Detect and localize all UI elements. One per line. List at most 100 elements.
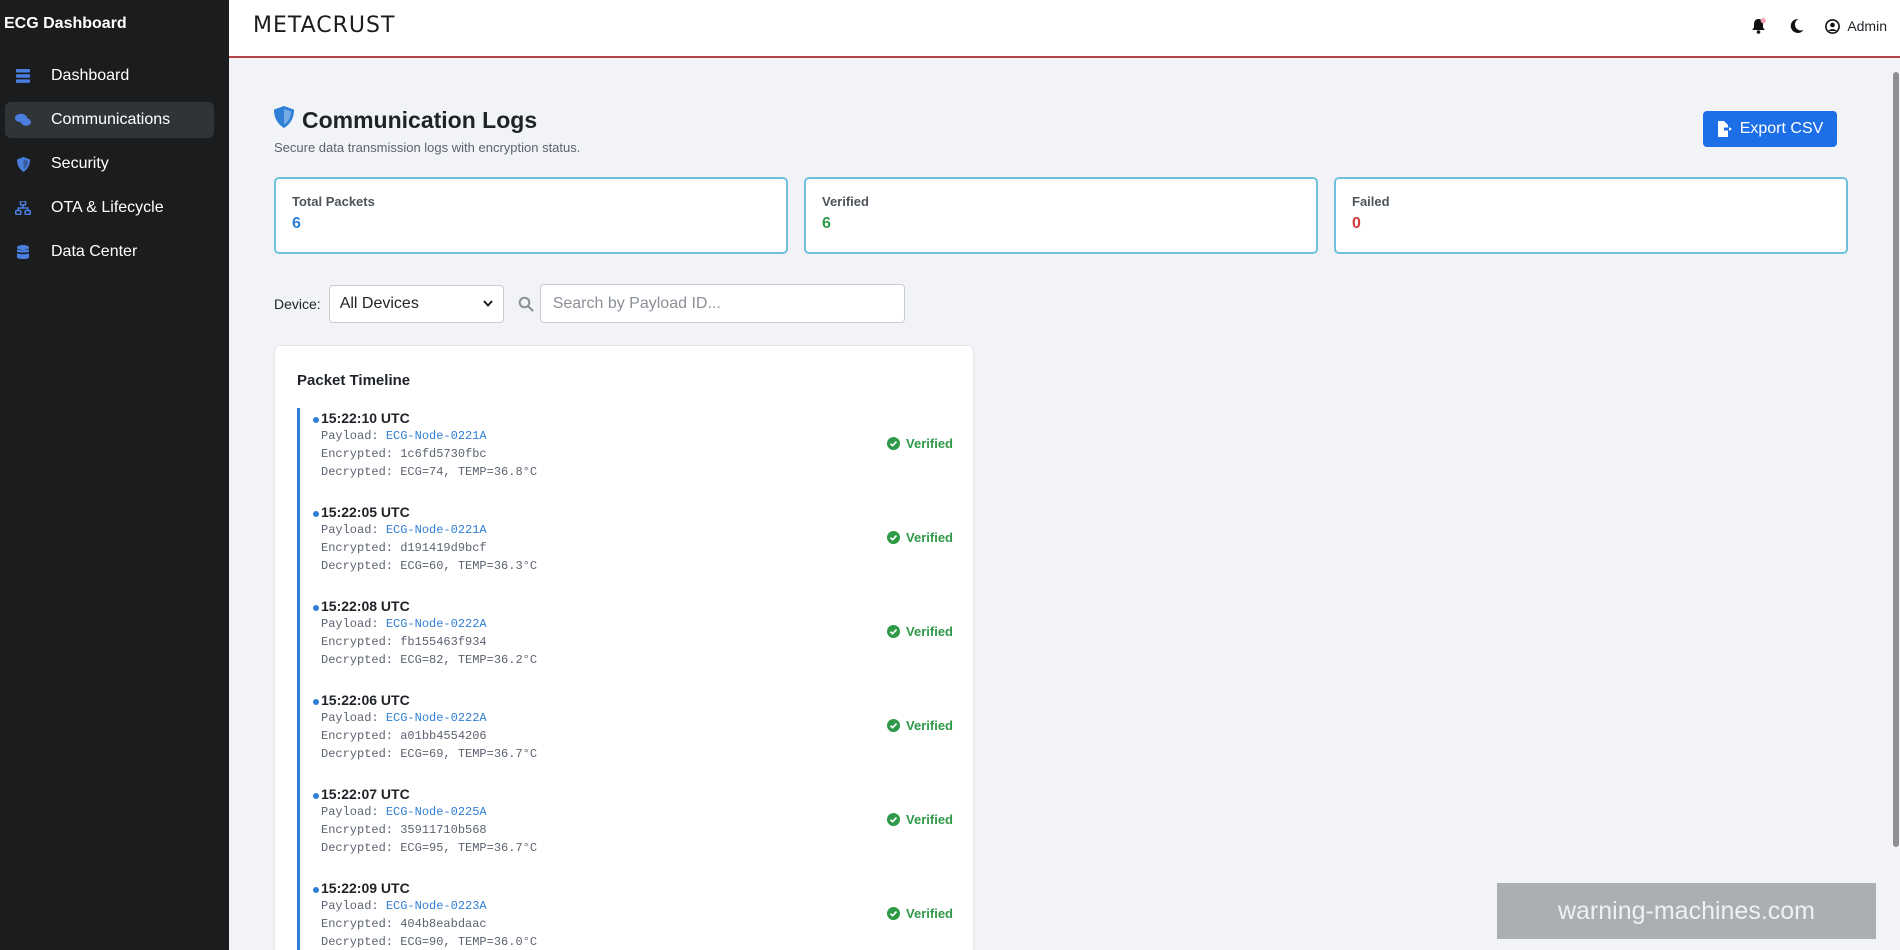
stat-value: 6 (292, 215, 301, 232)
export-csv-label: Export CSV (1739, 120, 1824, 137)
encrypted-value: 1c6fd5730fbc (400, 447, 487, 461)
entry-time: 15:22:08 UTC (321, 598, 410, 614)
device-select[interactable]: All Devices (328, 284, 504, 323)
payload-prefix: Payload: (321, 429, 379, 443)
entry-time: 15:22:06 UTC (321, 692, 410, 708)
stat-value: 0 (1352, 215, 1361, 232)
user-menu[interactable]: Admin (1825, 18, 1887, 34)
timeline-dot (313, 793, 319, 799)
payload-id-link[interactable]: ECG-Node-0222A (386, 617, 487, 631)
decrypted-line: Decrypted: ECG=74, TEMP=36.8°C (321, 463, 953, 481)
export-csv-button[interactable]: Export CSV (1703, 111, 1837, 147)
entry-time: 15:22:05 UTC (321, 504, 410, 520)
sidebar-item-security[interactable]: Security (5, 146, 214, 182)
timeline-entry: 15:22:09 UTC Payload: ECG-Node-0223A Encry… (300, 878, 953, 950)
payload-id-link[interactable]: ECG-Node-0221A (386, 429, 487, 443)
status-badge: Verified (887, 624, 953, 639)
stat-card-failed: Failed 0 (1334, 177, 1848, 254)
status-label: Verified (906, 812, 953, 827)
decrypted-value: ECG=95, TEMP=36.7°C (400, 841, 538, 855)
payload-line: Payload: ECG-Node-0222A (321, 709, 953, 727)
encrypted-prefix: Encrypted: (321, 447, 394, 461)
page-title: Communication Logs (302, 106, 538, 133)
entry-time: 15:22:07 UTC (321, 786, 410, 802)
status-label: Verified (906, 624, 953, 639)
stats-row: Total Packets 6 Verified 6 Failed 0 (274, 177, 1848, 254)
encrypted-value: a01bb4554206 (400, 729, 487, 743)
database-icon (15, 244, 31, 260)
payload-prefix: Payload: (321, 617, 379, 631)
encrypted-prefix: Encrypted: (321, 541, 394, 555)
decrypted-prefix: Decrypted: (321, 653, 394, 667)
payload-id-link[interactable]: ECG-Node-0225A (386, 805, 487, 819)
sidebar-item-ota-lifecycle[interactable]: OTA & Lifecycle (5, 190, 214, 226)
check-circle-icon (887, 531, 901, 544)
decrypted-value: ECG=82, TEMP=36.2°C (400, 653, 538, 667)
decrypted-line: Decrypted: ECG=82, TEMP=36.2°C (321, 651, 953, 669)
sidebar-nav: Dashboard Communications Security OTA & … (5, 58, 214, 278)
device-label: Device: (274, 295, 321, 312)
top-bar: METACRUST Admin (229, 0, 1900, 58)
payload-id-link[interactable]: ECG-Node-0221A (386, 523, 487, 537)
top-actions: Admin (1749, 17, 1887, 35)
decrypted-value: ECG=60, TEMP=36.3°C (400, 559, 538, 573)
encrypted-line: Encrypted: fb155463f934 (321, 633, 953, 651)
status-badge: Verified (887, 530, 953, 545)
page-title-row: Communication Logs (274, 106, 580, 134)
payload-prefix: Payload: (321, 523, 379, 537)
entry-time: 15:22:10 UTC (321, 410, 410, 426)
payload-line: Payload: ECG-Node-0221A (321, 521, 953, 539)
search-input[interactable] (539, 284, 905, 323)
timeline: 15:22:10 UTC Payload: ECG-Node-0221A Encry… (297, 408, 953, 950)
payload-line: Payload: ECG-Node-0221A (321, 427, 953, 445)
shield-icon (15, 156, 31, 172)
chat-icon (15, 112, 31, 128)
sidebar: ECG Dashboard Dashboard Communications S… (0, 0, 229, 950)
check-circle-icon (887, 437, 901, 450)
sidebar-item-data-center[interactable]: Data Center (5, 234, 214, 270)
encrypted-line: Encrypted: 35911710b568 (321, 821, 953, 839)
encrypted-prefix: Encrypted: (321, 729, 394, 743)
decrypted-value: ECG=69, TEMP=36.7°C (400, 747, 538, 761)
timeline-dot (313, 605, 319, 611)
chevron-down-icon (483, 300, 493, 307)
moon-icon[interactable] (1787, 17, 1805, 35)
sidebar-item-label: Communications (51, 111, 171, 128)
status-badge: Verified (887, 718, 953, 733)
sidebar-item-dashboard[interactable]: Dashboard (5, 58, 214, 94)
timeline-dot (313, 887, 319, 893)
user-name: Admin (1847, 18, 1887, 34)
payload-prefix: Payload: (321, 805, 379, 819)
entry-time: 15:22:09 UTC (321, 880, 410, 896)
payload-id-link[interactable]: ECG-Node-0222A (386, 711, 487, 725)
payload-prefix: Payload: (321, 899, 379, 913)
timeline-entry: 15:22:08 UTC Payload: ECG-Node-0222A Encry… (300, 596, 953, 690)
stat-value: 6 (822, 215, 831, 232)
timeline-dot (313, 699, 319, 705)
payload-line: Payload: ECG-Node-0223A (321, 897, 953, 915)
user-circle-icon (1825, 18, 1841, 34)
status-badge: Verified (887, 436, 953, 451)
main-content: Communication Logs Secure data transmiss… (229, 60, 1892, 950)
timeline-dot (313, 417, 319, 423)
payload-id-link[interactable]: ECG-Node-0223A (386, 899, 487, 913)
bell-icon[interactable] (1749, 17, 1767, 35)
encrypted-value: 35911710b568 (400, 823, 487, 837)
page-header: Communication Logs Secure data transmiss… (274, 106, 580, 155)
decrypted-prefix: Decrypted: (321, 559, 394, 573)
stat-label: Failed (1352, 194, 1390, 209)
encrypted-prefix: Encrypted: (321, 635, 394, 649)
logo[interactable]: METACRUST (253, 12, 395, 38)
status-label: Verified (906, 906, 953, 921)
decrypted-prefix: Decrypted: (321, 935, 394, 949)
sidebar-item-label: Security (51, 155, 109, 172)
status-label: Verified (906, 530, 953, 545)
encrypted-line: Encrypted: 404b8eabdaac (321, 915, 953, 933)
encrypted-prefix: Encrypted: (321, 823, 394, 837)
decrypted-prefix: Decrypted: (321, 841, 394, 855)
scrollbar-thumb[interactable] (1893, 72, 1899, 847)
sidebar-item-communications[interactable]: Communications (5, 102, 214, 138)
stat-card-total: Total Packets 6 (274, 177, 788, 254)
payload-line: Payload: ECG-Node-0225A (321, 803, 953, 821)
stat-card-verified: Verified 6 (804, 177, 1318, 254)
